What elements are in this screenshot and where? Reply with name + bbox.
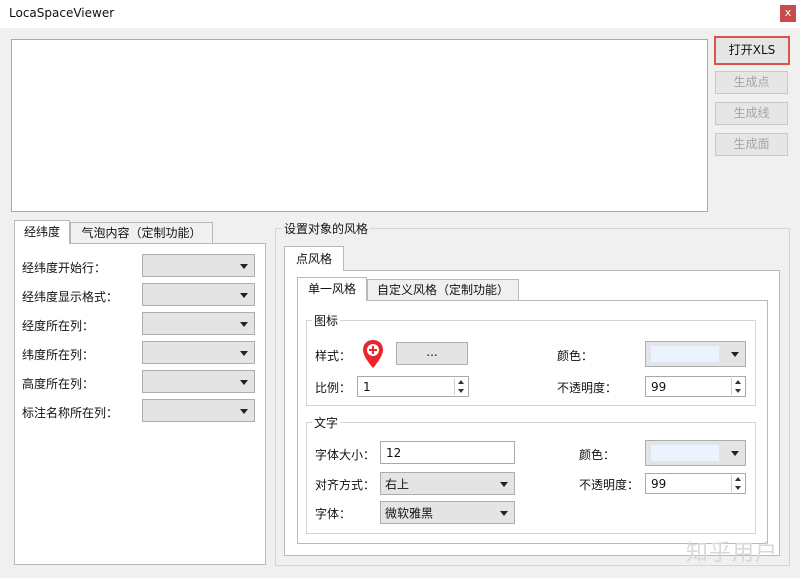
spin-up-icon[interactable] xyxy=(458,380,464,384)
generate-line-button[interactable]: 生成线 xyxy=(715,102,788,125)
icon-color-select[interactable] xyxy=(645,341,746,367)
display-format-label: 经纬度显示格式： xyxy=(22,290,119,304)
spin-down-icon[interactable] xyxy=(458,389,464,393)
latitude-column-label: 纬度所在列： xyxy=(22,348,95,362)
chevron-down-icon xyxy=(500,510,508,516)
tab-point-style[interactable]: 点风格 xyxy=(284,246,344,271)
chevron-down-icon xyxy=(240,350,248,356)
tab-bubble-content[interactable]: 气泡内容（定制功能） xyxy=(70,222,213,243)
spin-up-icon[interactable] xyxy=(735,477,741,481)
icon-opacity-label: 不透明度： xyxy=(557,381,618,395)
scale-spinbox[interactable]: 1 xyxy=(357,376,469,397)
text-opacity-spinbox[interactable]: 99 xyxy=(645,473,746,494)
label-name-column-label: 标注名称所在列： xyxy=(22,406,119,420)
map-marker-icon[interactable] xyxy=(361,339,385,369)
alignment-select[interactable]: 右上 xyxy=(380,472,515,495)
spin-up-icon[interactable] xyxy=(735,380,741,384)
tab-coordinates[interactable]: 经纬度 xyxy=(14,220,70,244)
color-swatch xyxy=(650,345,720,363)
height-column-select[interactable] xyxy=(142,370,255,393)
style-group-title: 设置对象的风格 xyxy=(282,220,371,237)
content-textarea[interactable] xyxy=(11,39,708,212)
text-opacity-label: 不透明度： xyxy=(579,478,640,492)
open-xls-button[interactable]: 打开XLS xyxy=(714,36,790,65)
tab-custom-style[interactable]: 自定义风格（定制功能） xyxy=(367,279,519,300)
chevron-down-icon xyxy=(500,481,508,487)
alignment-label: 对齐方式： xyxy=(315,478,376,492)
font-size-label: 字体大小： xyxy=(315,448,376,462)
label-name-column-select[interactable] xyxy=(142,399,255,422)
chevron-down-icon xyxy=(240,292,248,298)
chevron-down-icon xyxy=(240,379,248,385)
spin-down-icon[interactable] xyxy=(735,486,741,490)
height-column-label: 高度所在列： xyxy=(22,377,95,391)
text-color-select[interactable] xyxy=(645,440,746,466)
color-swatch xyxy=(650,444,720,462)
browse-icon-button[interactable]: ... xyxy=(396,342,468,365)
display-format-select[interactable] xyxy=(142,283,255,306)
generate-point-button[interactable]: 生成点 xyxy=(715,71,788,94)
latitude-column-select[interactable] xyxy=(142,341,255,364)
text-group-title: 文字 xyxy=(312,414,341,431)
longitude-column-select[interactable] xyxy=(142,312,255,335)
chevron-down-icon xyxy=(731,451,739,456)
tab-single-style[interactable]: 单一风格 xyxy=(297,277,367,301)
chevron-down-icon xyxy=(240,321,248,327)
font-label: 字体： xyxy=(315,507,352,521)
icon-color-label: 颜色： xyxy=(557,349,594,363)
spin-down-icon[interactable] xyxy=(735,389,741,393)
close-button[interactable]: x xyxy=(780,5,796,22)
title-bar xyxy=(0,0,800,28)
start-row-label: 经纬度开始行： xyxy=(22,261,107,275)
scale-label: 比例： xyxy=(315,381,352,395)
chevron-down-icon xyxy=(731,352,739,357)
icon-group-title: 图标 xyxy=(312,312,341,329)
chevron-down-icon xyxy=(240,263,248,269)
font-select[interactable]: 微软雅黑 xyxy=(380,501,515,524)
chevron-down-icon xyxy=(240,408,248,414)
icon-style-label: 样式： xyxy=(315,349,352,363)
icon-opacity-spinbox[interactable]: 99 xyxy=(645,376,746,397)
watermark: 知乎用户 xyxy=(685,541,778,566)
start-row-select[interactable] xyxy=(142,254,255,277)
generate-polygon-button[interactable]: 生成面 xyxy=(715,133,788,156)
window-title: LocaSpaceViewer xyxy=(9,6,115,20)
longitude-column-label: 经度所在列： xyxy=(22,319,95,333)
font-size-input[interactable]: 12 xyxy=(380,441,515,464)
text-color-label: 颜色： xyxy=(579,448,616,462)
